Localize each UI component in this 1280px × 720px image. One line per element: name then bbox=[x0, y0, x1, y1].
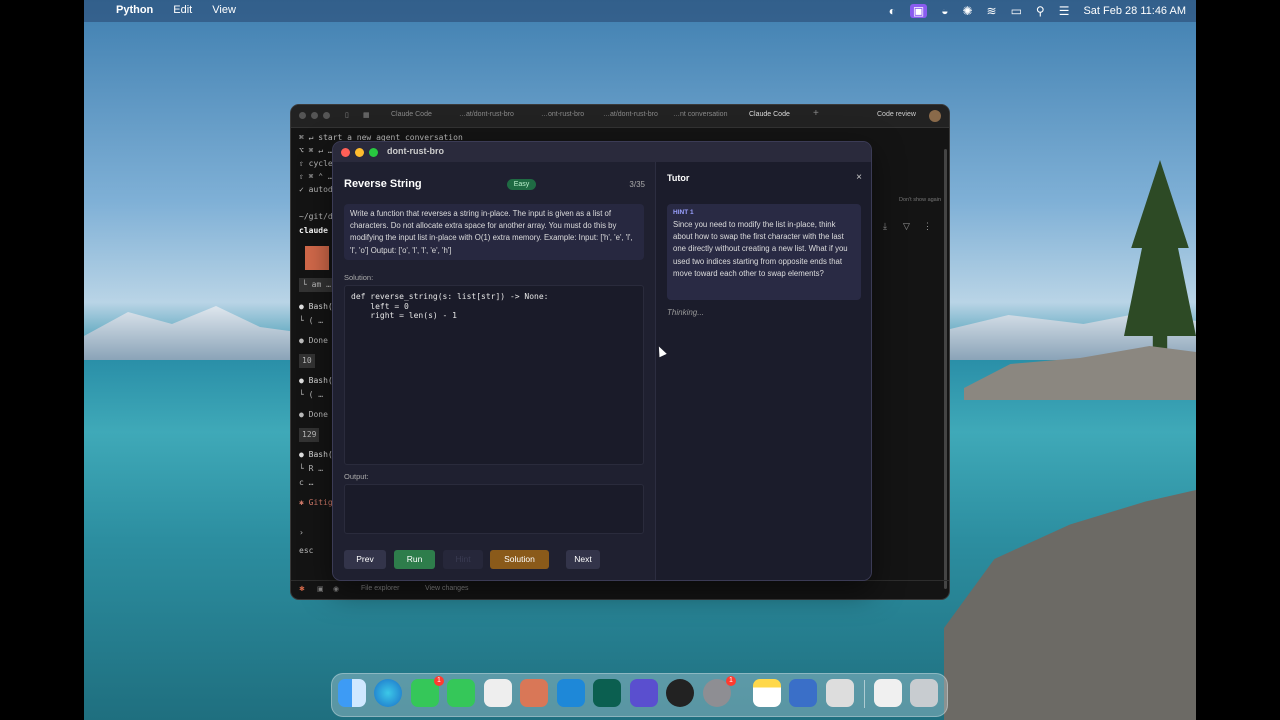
new-tab-icon[interactable]: + bbox=[813, 108, 819, 119]
filter-icon[interactable]: ▽ bbox=[903, 221, 910, 232]
edge-beta-icon[interactable] bbox=[374, 679, 402, 707]
file-explorer-button[interactable]: File explorer bbox=[361, 585, 400, 592]
problem-description: Write a function that reverses a string … bbox=[344, 204, 644, 260]
term-close-dot[interactable] bbox=[299, 112, 306, 119]
tutor-title: Tutor bbox=[667, 173, 690, 183]
desktop: Python Edit View ◐ ▣ ◒ ✺ ≋ ▭ ⚲ ☰ Sat Feb… bbox=[84, 0, 1196, 720]
difficulty-badge: Easy bbox=[507, 179, 536, 190]
menu-extras-icon[interactable]: ☰ bbox=[1059, 4, 1070, 18]
tutor-panel: Tutor × HINT 1 Since you need to modify … bbox=[655, 162, 871, 580]
mic-icon[interactable]: ◉ bbox=[333, 585, 339, 593]
messages-badge: 1 bbox=[434, 676, 444, 686]
sidebar-toggle-icon[interactable]: ▯ bbox=[345, 111, 349, 119]
terminal-status-bar: ✱ ▣ ◉ File explorer View changes bbox=[291, 580, 949, 599]
wifi-icon[interactable]: ≋ bbox=[987, 4, 997, 18]
more-icon[interactable]: ⋮ bbox=[923, 221, 932, 232]
dont-show-again-link[interactable]: Don't show again bbox=[899, 197, 941, 203]
code-review-button[interactable]: Code review bbox=[877, 111, 916, 118]
grid-icon[interactable]: ▦ bbox=[363, 111, 370, 119]
obs-icon[interactable] bbox=[666, 679, 694, 707]
next-button[interactable]: Next bbox=[566, 550, 600, 569]
hint-card: HINT 1 Since you need to modify the list… bbox=[667, 204, 861, 300]
claude-icon[interactable] bbox=[520, 679, 548, 707]
dont-rust-bro-window: dont-rust-bro Reverse String Easy 3/35 W… bbox=[332, 141, 872, 581]
control-center-icon[interactable]: ⚲ bbox=[1036, 4, 1045, 18]
prev-button[interactable]: Prev bbox=[344, 550, 386, 569]
vscode-icon[interactable] bbox=[557, 679, 585, 707]
remote-icon[interactable] bbox=[826, 679, 854, 707]
screen-record-icon[interactable]: ▣ bbox=[909, 4, 928, 18]
terminal-icon[interactable] bbox=[484, 679, 512, 707]
terminal-tab[interactable]: …nt conversation bbox=[673, 111, 727, 118]
hint-button[interactable]: Hint bbox=[443, 550, 483, 569]
terminal-tab[interactable]: Claude Code bbox=[391, 111, 432, 118]
terminal-tab[interactable]: …ont-rust-bro bbox=[541, 111, 584, 118]
problem-counter: 3/35 bbox=[629, 180, 645, 189]
claude-status-icon: ✱ bbox=[299, 586, 305, 593]
dock-divider bbox=[864, 680, 865, 708]
terminal-tab[interactable]: …at/dont-rust-bro bbox=[603, 111, 658, 118]
rocks bbox=[944, 490, 1196, 720]
chatgpt-icon[interactable] bbox=[593, 679, 621, 707]
maximize-window-button[interactable] bbox=[369, 148, 378, 157]
menu-datetime[interactable]: Sat Feb 28 11:46 AM bbox=[1083, 5, 1186, 17]
dock: 1 1 bbox=[331, 673, 948, 717]
trash-icon[interactable] bbox=[910, 679, 938, 707]
notes-icon[interactable] bbox=[753, 679, 781, 707]
terminal-tab-bar: ▯ ▦ Claude Code …at/dont-rust-bro …ont-r… bbox=[291, 105, 949, 128]
screen-icon[interactable] bbox=[630, 679, 658, 707]
avatar[interactable] bbox=[929, 110, 941, 122]
downloads-icon[interactable] bbox=[874, 679, 902, 707]
problem-panel: Reverse String Easy 3/35 Write a functio… bbox=[333, 162, 655, 580]
terminal-tab-active[interactable]: Claude Code bbox=[749, 111, 790, 118]
view-changes-button[interactable]: View changes bbox=[425, 585, 468, 592]
code-editor[interactable]: def reverse_string(s: list[str]) -> None… bbox=[344, 285, 644, 465]
scrollbar[interactable] bbox=[944, 149, 947, 589]
window-title: dont-rust-bro bbox=[387, 146, 444, 156]
close-icon[interactable]: × bbox=[856, 172, 862, 183]
app-icon[interactable] bbox=[789, 679, 817, 707]
output-label: Output: bbox=[344, 472, 369, 481]
terminal-tab[interactable]: …at/dont-rust-bro bbox=[459, 111, 514, 118]
run-button[interactable]: Run bbox=[394, 550, 435, 569]
settings-badge: 1 bbox=[726, 676, 736, 686]
mountains-left bbox=[84, 306, 304, 360]
brightness-icon[interactable]: ✺ bbox=[962, 4, 972, 18]
vpn-icon[interactable]: ◒ bbox=[941, 4, 948, 18]
problem-title: Reverse String bbox=[344, 178, 422, 190]
hint-text: Since you need to modify the list in-pla… bbox=[673, 220, 848, 278]
minimize-window-button[interactable] bbox=[355, 148, 364, 157]
menu-view[interactable]: View bbox=[212, 4, 236, 16]
output-panel bbox=[344, 484, 644, 534]
terminal-line: 129 bbox=[299, 428, 320, 442]
claude-logo-icon bbox=[305, 246, 329, 270]
download-icon[interactable]: ⤓ bbox=[883, 221, 887, 232]
solution-button[interactable]: Solution bbox=[490, 550, 549, 569]
code-text[interactable]: def reverse_string(s: list[str]) -> None… bbox=[345, 286, 643, 327]
close-window-button[interactable] bbox=[341, 148, 350, 157]
terminal-line: 10 bbox=[299, 354, 315, 368]
term-min-dot[interactable] bbox=[311, 112, 318, 119]
status-icon[interactable]: ◐ bbox=[889, 4, 896, 18]
solution-label: Solution: bbox=[344, 273, 374, 282]
menu-bar: Python Edit View ◐ ▣ ◒ ✺ ≋ ▭ ⚲ ☰ Sat Feb… bbox=[84, 0, 1196, 22]
thinking-indicator: Thinking... bbox=[667, 308, 704, 317]
menu-edit[interactable]: Edit bbox=[173, 4, 192, 16]
app-titlebar: dont-rust-bro bbox=[333, 142, 871, 162]
battery-icon[interactable]: ▭ bbox=[1011, 4, 1022, 18]
image-icon[interactable]: ▣ bbox=[317, 585, 324, 593]
phone-icon[interactable] bbox=[447, 679, 475, 707]
terminal-line: └ am … bbox=[299, 278, 334, 292]
term-max-dot[interactable] bbox=[323, 112, 330, 119]
hint-label: HINT 1 bbox=[673, 209, 694, 216]
menu-app-name[interactable]: Python bbox=[116, 4, 153, 16]
finder-icon[interactable] bbox=[338, 679, 366, 707]
